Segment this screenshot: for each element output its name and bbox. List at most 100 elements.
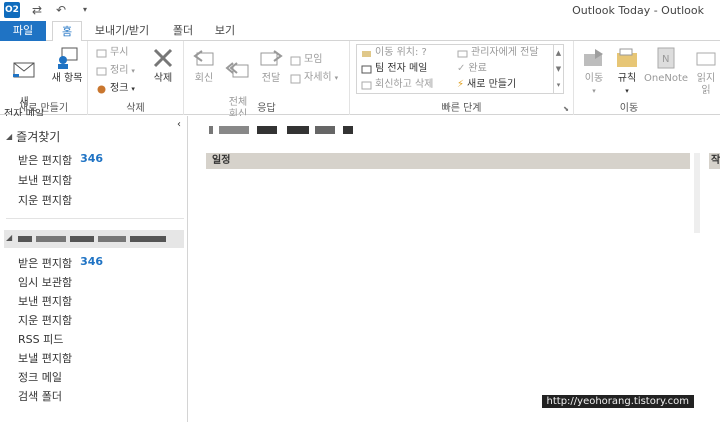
quick-step-move-to[interactable]: 이동 위치: ? (361, 46, 427, 60)
folder-drafts[interactable]: 임시 보관함 (18, 274, 72, 290)
new-items-button[interactable]: 새 항목 (48, 45, 86, 85)
junk-icon (97, 85, 106, 93)
favorite-inbox[interactable]: 받은 편지함 346 (18, 152, 103, 168)
quick-step-create-new[interactable]: ⚡ 새로 만들기 (457, 78, 516, 92)
favorite-deleted[interactable]: 지운 편지함 (18, 192, 72, 208)
title-bar: O2 ⇄ ↶ ▾ Outlook Today - Outlook (0, 0, 720, 21)
delete-x-icon (153, 48, 173, 68)
quick-steps-gallery: 이동 위치: ? 관리자에게 전달 팀 전자 메일 ✓ 완료 회신하고 삭제 ⚡… (356, 44, 564, 94)
send-receive-icon[interactable]: ⇄ (30, 3, 44, 17)
quick-step-to-manager-label: 관리자에게 전달 (471, 47, 539, 58)
unread-count: 346 (80, 152, 104, 165)
cleanup-label: 정리 (110, 65, 129, 76)
junk-label: 정크 (110, 83, 129, 94)
group-respond: 회신 전체 회신 전달 모임 자세히 ▾ 응답 (184, 41, 350, 120)
reply-label: 회신 (194, 73, 214, 84)
folder-outbox[interactable]: 보낼 편지함 (18, 350, 72, 366)
group-move: 이동 ▾ 규칙 ▾ N OneNote 읽지 읽 이동 (574, 41, 720, 115)
ignore-button[interactable]: 무시 (96, 46, 128, 60)
more-respond-button[interactable]: 자세히 ▾ (290, 71, 338, 85)
outlook-today-pane: 일정 작 http://yeohorang.tistory.com (189, 116, 720, 422)
group-new-label: 새로 만들기 (18, 103, 69, 114)
favorite-sent[interactable]: 보낸 편지함 (18, 172, 72, 188)
navigation-pane: ‹ ◢ 즐겨찾기 받은 편지함 346 보낸 편지함 지운 편지함 ◢ 받은 편… (0, 116, 188, 422)
reply-all-icon (225, 62, 249, 78)
junk-button[interactable]: 정크 ▾ (96, 82, 135, 96)
group-new: 새 전자 메일 새 항목 새로 만들기 (0, 41, 88, 120)
tab-home[interactable]: 홈 (52, 21, 82, 42)
redacted-account-text (130, 236, 166, 242)
pane-divider (694, 153, 700, 233)
quick-steps-scrollbar[interactable]: ▲ ▼ ▾ (553, 45, 563, 93)
collapse-pane-icon[interactable]: ‹ (177, 119, 181, 130)
folder-junk[interactable]: 정크 메일 (18, 369, 62, 385)
read-unread-button[interactable]: 읽지 읽 (692, 45, 720, 97)
forward-button[interactable]: 전달 (256, 45, 286, 85)
folder-search[interactable]: 검색 폴더 (18, 388, 62, 404)
favorite-inbox-label: 받은 편지함 (18, 154, 73, 167)
tasks-header-label: 작 (711, 155, 720, 166)
svg-text:N: N (662, 54, 669, 65)
rules-folder-icon (617, 48, 637, 67)
ribbon: 새 전자 메일 새 항목 새로 만들기 무시 정리 ▾ 정크 ▾ 삭제 삭제 회… (0, 41, 720, 120)
ignore-icon (96, 49, 107, 57)
new-items-icon (58, 47, 78, 69)
favorite-deleted-label: 지운 편지함 (18, 194, 73, 207)
delete-button[interactable]: 삭제 (146, 45, 180, 85)
quick-step-done[interactable]: ✓ 완료 (457, 62, 487, 76)
forward-manager-icon (457, 50, 468, 57)
quick-step-done-label: 완료 (468, 63, 487, 74)
folder-deleted[interactable]: 지운 편지함 (18, 312, 72, 328)
quick-step-to-manager[interactable]: 관리자에게 전달 (457, 46, 539, 60)
folder-sent-label: 보낸 편지함 (18, 295, 73, 308)
folder-sent[interactable]: 보낸 편지함 (18, 293, 72, 309)
meeting-button[interactable]: 모임 (290, 53, 322, 67)
tab-view[interactable]: 보기 (208, 21, 242, 41)
quick-step-team-mail-label: 팀 전자 메일 (375, 63, 428, 74)
meeting-label: 모임 (304, 54, 323, 65)
favorites-header[interactable]: ◢ 즐겨찾기 (6, 128, 60, 145)
calendar-column-header: 일정 (206, 153, 690, 169)
move-button[interactable]: 이동 ▾ (578, 45, 610, 97)
new-items-label: 새 항목 (51, 73, 83, 84)
rules-button[interactable]: 규칙 ▾ (612, 45, 642, 97)
team-mail-icon (361, 65, 372, 73)
group-respond-label: 응답 (257, 103, 276, 114)
group-delete-label: 삭제 (126, 103, 145, 114)
redacted-account-text (36, 236, 66, 242)
quick-access-toolbar: O2 ⇄ ↶ ▾ (4, 2, 92, 18)
watermark: http://yeohorang.tistory.com (541, 395, 694, 408)
checkmark-icon: ✓ (457, 63, 466, 74)
forward-label: 전달 (261, 73, 281, 84)
account-header[interactable]: ◢ (4, 230, 184, 248)
favorite-sent-label: 보낸 편지함 (18, 174, 73, 187)
group-quick-steps: 이동 위치: ? 관리자에게 전달 팀 전자 메일 ✓ 완료 회신하고 삭제 ⚡… (350, 41, 574, 115)
onenote-label: OneNote (644, 73, 689, 84)
reply-button[interactable]: 회신 (188, 45, 220, 85)
cleanup-button[interactable]: 정리 ▾ (96, 64, 135, 78)
undo-icon[interactable]: ↶ (54, 3, 68, 17)
ignore-label: 무시 (110, 47, 129, 58)
quick-step-move-to-label: 이동 위치: ? (375, 47, 427, 58)
folder-inbox[interactable]: 받은 편지함 346 (18, 255, 103, 271)
tab-file[interactable]: 파일 (0, 21, 46, 41)
favorites-header-label: 즐겨찾기 (16, 130, 61, 144)
quick-step-team-mail[interactable]: 팀 전자 메일 (361, 62, 427, 76)
tab-send-receive[interactable]: 보내기/받기 (92, 21, 152, 41)
folder-rss[interactable]: RSS 피드 (18, 331, 63, 347)
tasks-column-header: 작 (709, 153, 720, 169)
more-respond-label: 자세히 (304, 72, 332, 83)
meeting-icon (290, 56, 301, 65)
folder-arrow-icon (362, 50, 371, 57)
nav-divider (6, 218, 184, 219)
move-label: 이동 (584, 73, 604, 84)
chevron-down-icon[interactable]: ▾ (78, 3, 92, 17)
calendar-header-label: 일정 (212, 155, 231, 166)
lightning-icon: ⚡ (457, 79, 465, 90)
redacted-account-text (18, 236, 32, 242)
quick-step-reply-delete[interactable]: 회신하고 삭제 (361, 78, 433, 92)
onenote-button[interactable]: N OneNote (644, 45, 689, 85)
dialog-launcher-icon[interactable]: ⬊ (563, 105, 569, 113)
tab-folder[interactable]: 폴더 (166, 21, 200, 41)
cleanup-icon (96, 67, 107, 75)
